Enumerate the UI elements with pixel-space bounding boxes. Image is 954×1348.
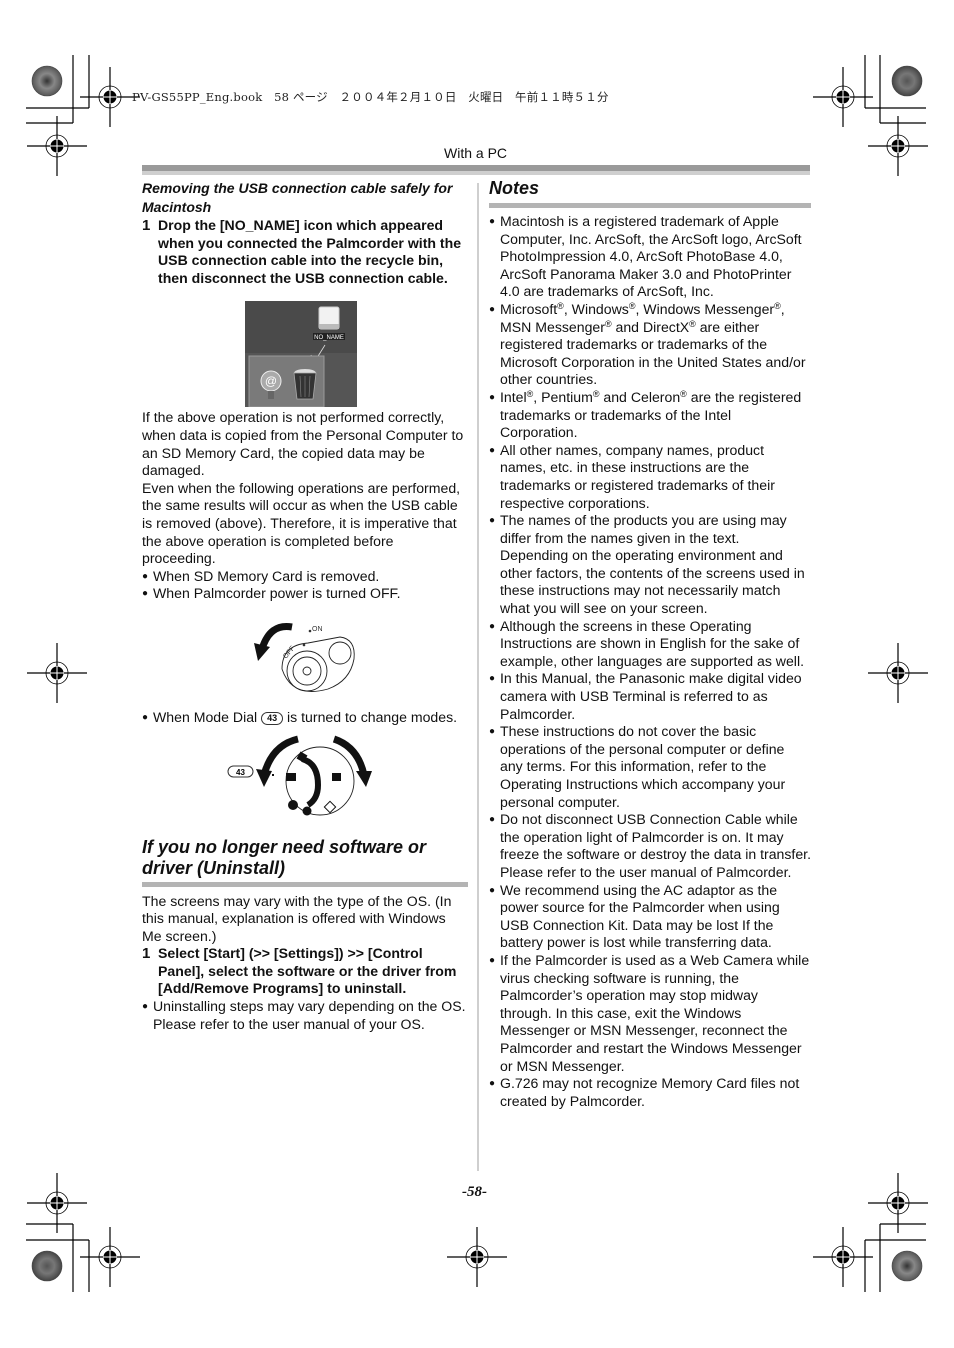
warning-paragraph: If the above operation is not performed …	[142, 409, 464, 479]
heading-rule	[142, 881, 468, 887]
mac-removal-heading: Removing the USB connection cable safely…	[142, 180, 453, 215]
registered-mark: ®	[526, 388, 534, 399]
crop-mark-top-left	[26, 55, 90, 124]
note-item: ● Intel®, Pentium® and Celeron® are the r…	[489, 388, 802, 441]
note-item: ● Do not disconnect USB Connection Cable …	[489, 811, 812, 880]
note-item: ● Microsoft®, Windows®, Windows Messenger…	[489, 300, 806, 388]
file-info-header: PV-GS55PP_Eng.book 58 ページ ２００４年２月１０日 火曜日…	[132, 90, 609, 104]
arrow-icon	[356, 770, 372, 787]
header-rule-light	[142, 171, 810, 175]
page-number: -58-	[462, 1184, 487, 1200]
bullet-icon: ●	[489, 391, 496, 403]
crop-mark-bottom-right	[864, 1223, 926, 1292]
page-ref-badge: 43	[261, 711, 284, 725]
bullet-icon: ●	[489, 1078, 496, 1090]
left-column: Removing the USB connection cable safely…	[142, 178, 468, 1033]
note-item: ● Although the screens in these Operating…	[489, 617, 804, 669]
crosshair-icon	[446, 1226, 508, 1288]
crosshair-icon	[26, 642, 88, 704]
bullet-icon: ●	[142, 1001, 149, 1013]
crosshair-icon	[867, 642, 929, 704]
note-item: ● We recommend using the AC adaptor as th…	[489, 881, 780, 951]
note-item: ● In this Manual, the Panasonic make digi…	[489, 670, 802, 722]
step-number: 1	[142, 945, 151, 963]
note-item: ● Macintosh is a registered trademark of …	[489, 213, 802, 300]
off-label: OFF	[282, 645, 296, 660]
note-item: ● The names of the products you are using…	[489, 512, 805, 617]
bullet-icon: ●	[489, 814, 496, 826]
bullet-icon: ●	[489, 884, 496, 896]
mac-desktop-illustration: NO_NAME @	[245, 301, 357, 408]
svg-text:43: 43	[236, 768, 245, 777]
uninstall-heading: If you no longer need software or driver…	[142, 836, 427, 878]
operations-paragraph: Even when the following operations are p…	[142, 479, 461, 567]
drive-icon	[318, 306, 340, 330]
crosshair-icon	[867, 115, 929, 177]
column-divider	[477, 183, 479, 1171]
bullet-icon: ●	[489, 303, 496, 315]
bullet-icon: ●	[489, 515, 496, 527]
dial-ref-badge: 43	[227, 765, 254, 777]
notes-rule	[489, 203, 811, 208]
step-number: 1	[142, 217, 151, 234]
uninstall-paragraph: The screens may vary with the type of th…	[142, 892, 452, 944]
step-text: Drop the [NO_NAME] icon which appeared w…	[158, 217, 462, 286]
list-item: ● Uninstalling steps may vary depending …	[142, 998, 466, 1032]
registered-mark: ®	[628, 300, 636, 311]
bullet-icon: ●	[142, 588, 149, 600]
arrow-icon	[254, 642, 270, 661]
bullet-icon: ●	[489, 954, 496, 966]
notes-list: ● Macintosh is a registered trademark of …	[489, 213, 811, 1110]
power-switch-illustration: OFF ON	[254, 622, 355, 692]
mac-step-1: 1 Drop the [NO_NAME] icon which appeared…	[142, 217, 468, 287]
bullet-icon: ●	[142, 570, 149, 582]
list-item: ● When SD Memory Card is removed.	[142, 567, 380, 584]
registered-mark: ®	[604, 318, 612, 329]
crosshair-icon	[26, 115, 88, 177]
list-item: ● When Palmcorder power is turned OFF.	[142, 585, 401, 602]
registered-mark: ®	[774, 300, 781, 311]
notes-column: Notes ● Macintosh is a registered tradema…	[489, 178, 811, 1110]
registered-mark: ®	[557, 300, 564, 311]
note-item: ● These instructions do not cover the bas…	[489, 723, 786, 810]
registered-mark: ®	[689, 318, 696, 329]
trash-icon	[293, 369, 317, 400]
bullet-icon: ●	[489, 216, 496, 227]
notes-heading: Notes	[489, 178, 540, 198]
on-label: ON	[312, 626, 323, 633]
bullet-icon: ●	[489, 444, 496, 456]
crop-mark-bottom-left	[26, 1223, 90, 1292]
note-item: ● G.726 may not recognize Memory Card fil…	[489, 1075, 800, 1109]
note-item: ● All other names, company names, product…	[489, 441, 775, 511]
list-item: ● When Mode Dial 43 is turned to change …	[142, 708, 458, 725]
crosshair-icon	[812, 66, 874, 128]
registered-mark: ®	[680, 388, 687, 399]
mac-desktop-screenshot: NO_NAME @	[245, 301, 357, 408]
bullet-icon: ●	[489, 620, 496, 632]
arrow-icon	[256, 768, 272, 787]
bullet-icon: ●	[142, 711, 149, 723]
drive-label: NO_NAME	[314, 335, 344, 341]
bullet-icon: ●	[489, 673, 496, 685]
svg-text:@: @	[265, 374, 277, 388]
note-item: ● If the Palmcorder is used as a Web Came…	[489, 951, 810, 1074]
bullet-icon: ●	[489, 726, 496, 738]
crosshair-icon	[812, 1226, 874, 1288]
registered-mark: ®	[592, 388, 600, 399]
mode-dial-illustration: 43	[227, 735, 372, 815]
step-text: Select [Start] (>> [Settings]) >> [Contr…	[158, 945, 457, 997]
section-label: With a PC	[444, 145, 508, 161]
uninstall-step-1: 1 Select [Start] (>> [Settings]) >> [Con…	[142, 945, 468, 998]
crop-mark-top-right	[864, 55, 926, 124]
